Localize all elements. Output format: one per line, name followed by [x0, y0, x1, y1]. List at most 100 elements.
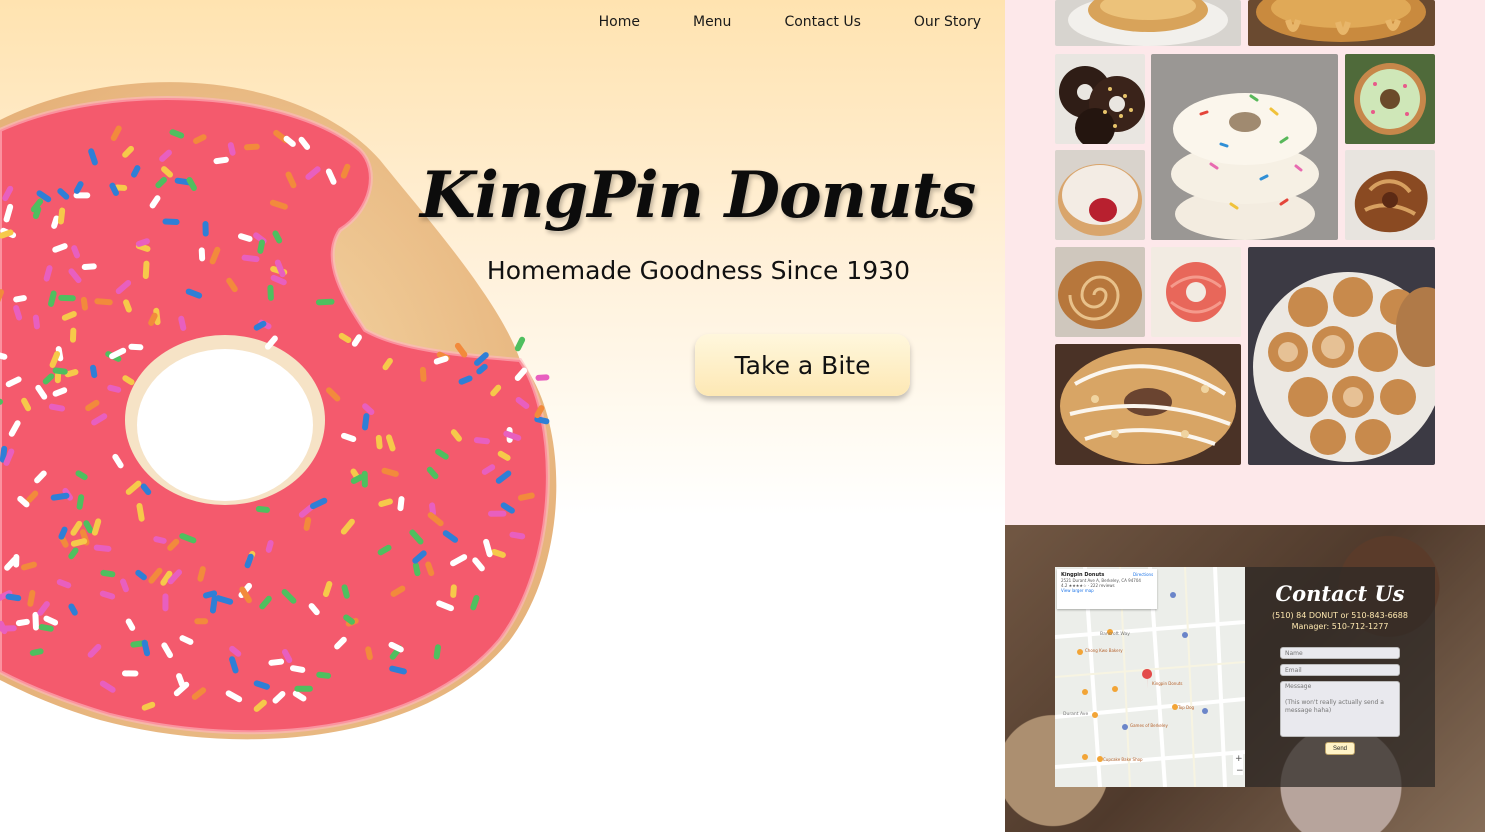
- nav-our-story[interactable]: Our Story: [914, 14, 981, 30]
- google-map-embed[interactable]: Bancroft Way Durant Ave Chong Kwo Bakery…: [1055, 567, 1245, 787]
- sprinkle: [237, 233, 253, 242]
- sprinkle: [509, 531, 526, 540]
- sprinkle: [377, 544, 392, 556]
- sprinkle: [503, 430, 522, 441]
- sprinkle: [473, 437, 490, 445]
- sprinkle: [169, 129, 185, 139]
- sprinkle: [412, 562, 421, 577]
- sprinkle: [27, 589, 36, 607]
- caramel-glazed-donut-photo: [1248, 0, 1435, 46]
- take-a-bite-button[interactable]: Take a Bite: [695, 334, 910, 396]
- sprinkle: [80, 296, 88, 311]
- sprinkle: [481, 464, 496, 475]
- sprinkle: [244, 143, 260, 151]
- sprinkle: [375, 434, 383, 450]
- sprinkle: [283, 135, 296, 147]
- sprinkle: [49, 351, 61, 369]
- sprinkle: [81, 263, 97, 271]
- sprinkle: [48, 290, 57, 307]
- sprinkle: [292, 690, 307, 702]
- sprinkle: [470, 594, 480, 611]
- sprinkle: [0, 445, 8, 463]
- sprinkle: [308, 603, 320, 616]
- map-directions-link[interactable]: Directions: [1133, 572, 1153, 577]
- sprinkle: [350, 474, 364, 484]
- sprinkle: [90, 364, 98, 379]
- sprinkle: [64, 369, 79, 378]
- sprinkle: [433, 355, 449, 365]
- sprinkle: [123, 299, 132, 313]
- sprinkle: [433, 644, 441, 660]
- sprinkle: [48, 403, 66, 412]
- sprinkle: [15, 618, 30, 627]
- sprinkle: [389, 665, 407, 675]
- sprinkle: [0, 620, 8, 635]
- sprinkle: [57, 207, 66, 225]
- sprinkle: [426, 466, 439, 480]
- sprinkle: [429, 502, 436, 517]
- sprinkle: [534, 416, 550, 425]
- sprinkle: [338, 332, 352, 344]
- sprinkle: [38, 624, 54, 632]
- sprinkle: [244, 553, 254, 569]
- email-field[interactable]: [1280, 664, 1400, 676]
- sprinkle: [255, 506, 270, 513]
- sprinkle: [517, 492, 535, 501]
- name-field[interactable]: [1280, 647, 1400, 659]
- sprinkle: [365, 646, 373, 661]
- sprinkle: [272, 230, 283, 244]
- sprinkle: [135, 238, 150, 247]
- svg-text:Chong Kwo Bakery: Chong Kwo Bakery: [1085, 648, 1123, 653]
- sprinkle: [13, 295, 27, 303]
- send-button[interactable]: Send: [1325, 742, 1355, 755]
- sprinkle-donut-image: [0, 82, 557, 740]
- sprinkle: [43, 615, 59, 626]
- nav-home[interactable]: Home: [599, 14, 640, 30]
- sprinkle: [0, 229, 14, 239]
- sprinkle: [340, 432, 357, 442]
- brand-title: KingPin Donuts: [420, 158, 976, 233]
- nav-menu[interactable]: Menu: [693, 14, 731, 30]
- sprinkle: [257, 239, 266, 254]
- sprinkle: [340, 163, 351, 179]
- brand-tagline: Homemade Goodness Since 1930: [486, 256, 910, 285]
- jelly-filled-donut-photo: [1055, 150, 1145, 240]
- sprinkle: [351, 334, 362, 347]
- message-field[interactable]: [1280, 681, 1400, 737]
- sprinkle: [91, 518, 102, 536]
- red-cruller-photo: [1151, 247, 1241, 337]
- sprinkle: [99, 590, 116, 600]
- sprinkle: [362, 413, 370, 431]
- view-larger-map-link[interactable]: View larger map: [1061, 588, 1153, 593]
- sprinkle: [388, 641, 404, 653]
- sprinkle: [0, 352, 8, 360]
- sprinkle: [141, 639, 151, 657]
- sprinkle: [29, 648, 44, 656]
- svg-text:Bancroft Way: Bancroft Way: [1100, 631, 1130, 637]
- sprinkle: [458, 375, 473, 385]
- glazed-donut-plate-photo: [1055, 0, 1241, 46]
- sprinkle: [229, 645, 242, 657]
- sprinkle: [176, 673, 186, 688]
- sprinkle: [43, 265, 53, 282]
- sprinkle: [268, 658, 285, 666]
- sprinkle: [325, 168, 337, 185]
- sprinkle: [100, 569, 116, 578]
- svg-text:Durant Ave: Durant Ave: [1063, 711, 1088, 717]
- apple-fritter-photo: [1345, 150, 1435, 240]
- sprinkle: [71, 245, 81, 259]
- sprinkle: [42, 373, 55, 385]
- nav-contact-us[interactable]: Contact Us: [784, 14, 860, 30]
- svg-text:Games of Berkeley: Games of Berkeley: [1130, 723, 1168, 728]
- sprinkle: [109, 182, 119, 196]
- sprinkle: [73, 181, 84, 194]
- sprinkle: [122, 375, 135, 386]
- cinnamon-roll-photo: [1055, 247, 1145, 337]
- sprinkle: [131, 165, 141, 178]
- sprinkle: [289, 665, 306, 673]
- contact-form-panel: Contact Us (510) 84 DONUT or 510-843-668…: [1245, 567, 1435, 787]
- sprinkle: [32, 611, 39, 631]
- sprinkle: [316, 671, 332, 679]
- sprinkle: [120, 578, 129, 593]
- sprinkle: [128, 343, 144, 351]
